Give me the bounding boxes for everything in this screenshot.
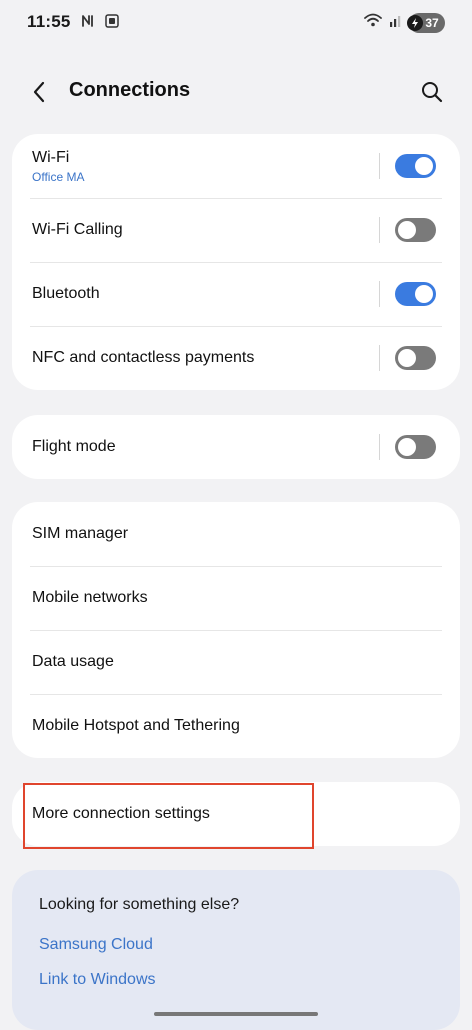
more-settings-card: More connection settings — [12, 782, 460, 846]
screenshot-status-icon — [104, 13, 120, 34]
bluetooth-toggle[interactable] — [395, 282, 436, 306]
divider — [379, 345, 380, 371]
wifi-calling-toggle[interactable] — [395, 218, 436, 242]
battery-icon: 37 — [407, 12, 445, 33]
suggestions-card: Looking for something else? Samsung Clou… — [12, 870, 460, 1030]
nfc-status-icon — [80, 13, 96, 34]
samsung-cloud-link[interactable]: Samsung Cloud — [39, 936, 153, 954]
page-title: Connections — [69, 79, 191, 101]
nfc-row[interactable]: NFC and contactless payments — [12, 326, 460, 390]
mobile-networks-row[interactable]: Mobile networks — [12, 566, 460, 630]
divider — [379, 434, 380, 460]
status-time: 11:55 — [27, 12, 71, 31]
wifi-calling-label: Wi-Fi Calling — [32, 221, 123, 238]
back-arrow-icon — [33, 81, 45, 103]
flight-mode-row[interactable]: Flight mode — [12, 415, 460, 479]
cellular-signal-icon — [389, 12, 403, 33]
back-button[interactable] — [24, 76, 56, 108]
divider — [379, 281, 380, 307]
data-usage-label: Data usage — [32, 653, 114, 670]
divider — [379, 217, 380, 243]
wifi-network-name: Office MA — [32, 169, 85, 184]
divider — [379, 153, 380, 179]
flight-mode-toggle[interactable] — [395, 435, 436, 459]
link-to-windows-link[interactable]: Link to Windows — [39, 971, 156, 989]
connectivity-card: Wi-Fi Office MA Wi-Fi Calling Bluetooth … — [12, 134, 460, 390]
hotspot-tethering-row[interactable]: Mobile Hotspot and Tethering — [12, 694, 460, 758]
sim-manager-label: SIM manager — [32, 525, 129, 542]
status-bar: 11:55 37 — [0, 0, 472, 46]
network-card: SIM manager Mobile networks Data usage M… — [12, 502, 460, 758]
more-connection-settings-row[interactable]: More connection settings — [12, 782, 460, 846]
search-icon — [422, 82, 443, 103]
bluetooth-row[interactable]: Bluetooth — [12, 262, 460, 326]
wifi-calling-row[interactable]: Wi-Fi Calling — [12, 198, 460, 262]
bluetooth-label: Bluetooth — [32, 285, 100, 302]
app-header: Connections — [0, 66, 472, 116]
wifi-signal-icon — [363, 12, 383, 33]
more-connection-settings-label: More connection settings — [32, 805, 210, 822]
flight-mode-label: Flight mode — [32, 438, 116, 455]
data-usage-row[interactable]: Data usage — [12, 630, 460, 694]
search-button[interactable] — [416, 76, 448, 108]
wifi-row[interactable]: Wi-Fi Office MA — [12, 134, 460, 198]
wifi-label: Wi-Fi — [32, 148, 70, 166]
suggestions-title: Looking for something else? — [39, 896, 240, 913]
battery-level: 37 — [425, 15, 439, 30]
mobile-networks-label: Mobile networks — [32, 589, 148, 606]
hotspot-tethering-label: Mobile Hotspot and Tethering — [32, 717, 240, 734]
flight-mode-card: Flight mode — [12, 415, 460, 479]
nfc-label: NFC and contactless payments — [32, 349, 255, 366]
nfc-toggle[interactable] — [395, 346, 436, 370]
home-indicator[interactable] — [154, 1012, 318, 1016]
wifi-toggle[interactable] — [395, 154, 436, 178]
sim-manager-row[interactable]: SIM manager — [12, 502, 460, 566]
